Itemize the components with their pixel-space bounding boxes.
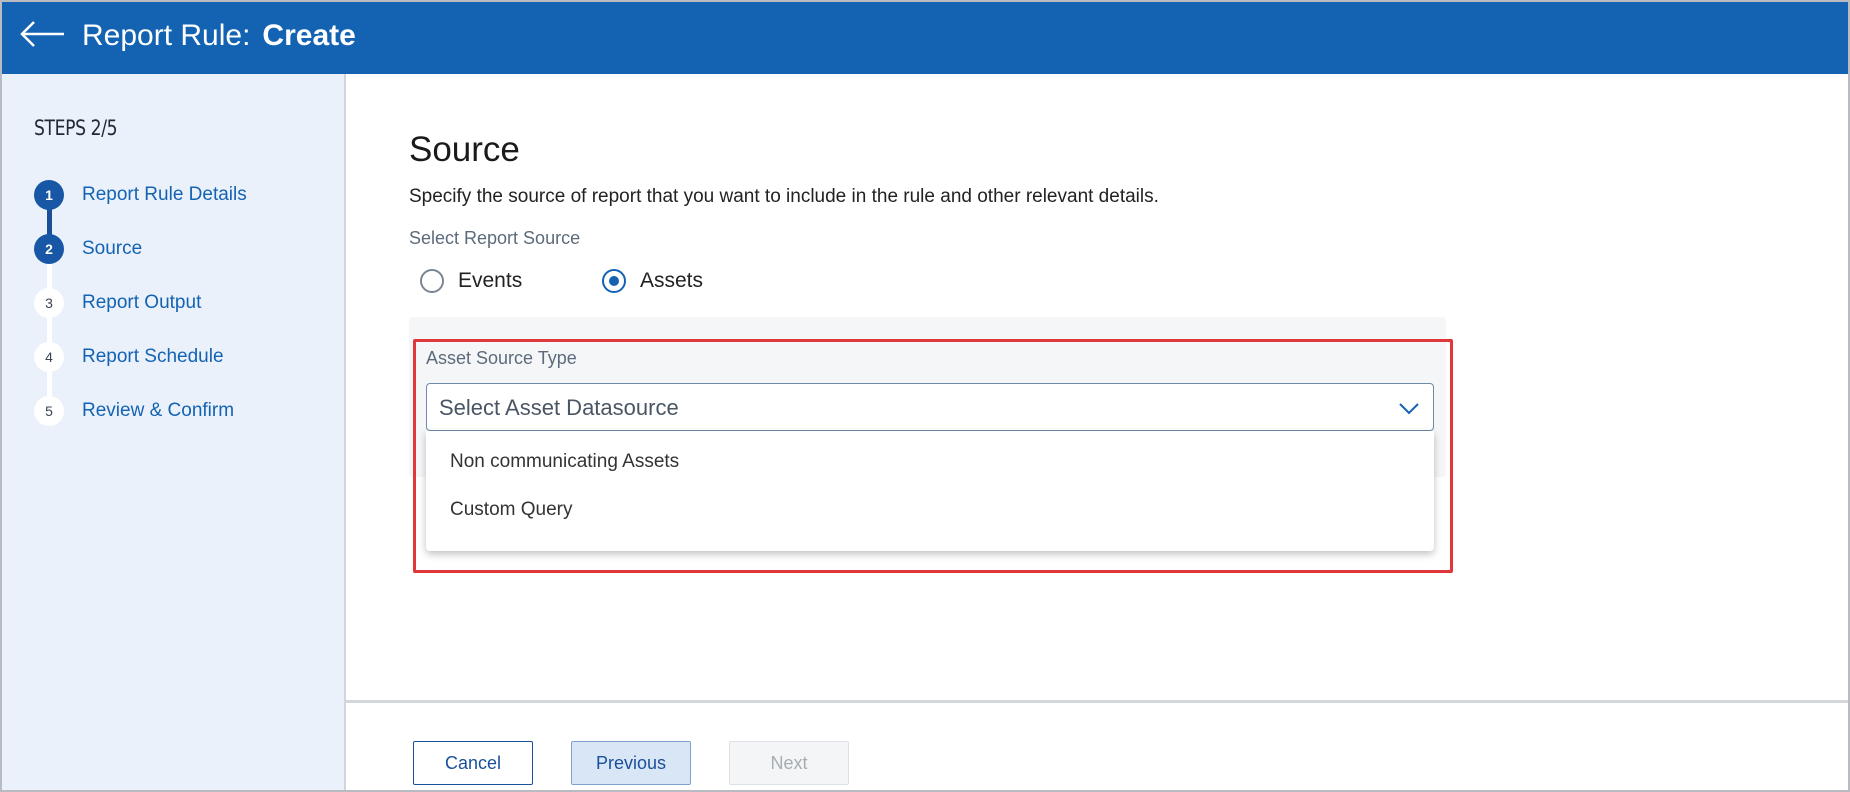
step-label: Source <box>82 238 143 259</box>
step-item-review-confirm[interactable]: 5 Review & Confirm <box>34 395 234 427</box>
radio-assets[interactable]: Assets <box>602 264 703 298</box>
steps-heading: STEPS 2/5 <box>34 116 118 140</box>
back-button[interactable] <box>18 14 68 54</box>
step-item-report-schedule[interactable]: 4 Report Schedule <box>34 341 224 373</box>
radio-label: Events <box>458 269 523 292</box>
step-label: Report Schedule <box>82 346 224 367</box>
step-number-badge: 4 <box>34 342 64 372</box>
step-number-badge: 5 <box>34 396 64 426</box>
section-description: Specify the source of report that you wa… <box>409 186 1159 207</box>
page-header: Report Rule: Create <box>2 2 1848 74</box>
steps-sidebar: STEPS 2/5 1 Report Rule Details 2 Source… <box>2 74 346 790</box>
step-label: Review & Confirm <box>82 400 235 421</box>
step-item-report-rule-details[interactable]: 1 Report Rule Details <box>34 179 247 211</box>
next-button[interactable]: Next <box>729 741 849 785</box>
wizard-footer: Cancel Previous Next <box>346 700 1848 790</box>
step-number-badge: 3 <box>34 288 64 318</box>
step-item-source[interactable]: 2 Source <box>34 233 142 265</box>
section-title: Source <box>409 130 520 169</box>
step-label: Report Output <box>82 292 202 313</box>
cancel-button[interactable]: Cancel <box>413 741 533 785</box>
report-source-label: Select Report Source <box>409 228 581 248</box>
main-content: Source Specify the source of report that… <box>346 74 1848 702</box>
radio-label: Assets <box>640 269 704 292</box>
step-number-badge: 1 <box>34 180 64 210</box>
step-label: Report Rule Details <box>82 184 247 205</box>
arrow-left-icon <box>20 21 64 47</box>
radio-events[interactable]: Events <box>420 264 522 298</box>
previous-button[interactable]: Previous <box>571 741 691 785</box>
page-title-prefix: Report Rule: <box>82 19 251 52</box>
radio-button-unchecked[interactable] <box>420 269 444 293</box>
app-window: Report Rule: Create STEPS 2/5 1 Report Ru… <box>0 0 1850 792</box>
radio-button-checked[interactable] <box>602 269 626 293</box>
highlight-annotation <box>413 339 1453 573</box>
step-item-report-output[interactable]: 3 Report Output <box>34 287 201 319</box>
step-number-badge: 2 <box>34 234 64 264</box>
page-title: Report Rule: Create <box>82 18 356 54</box>
page-title-mode: Create <box>262 19 356 52</box>
